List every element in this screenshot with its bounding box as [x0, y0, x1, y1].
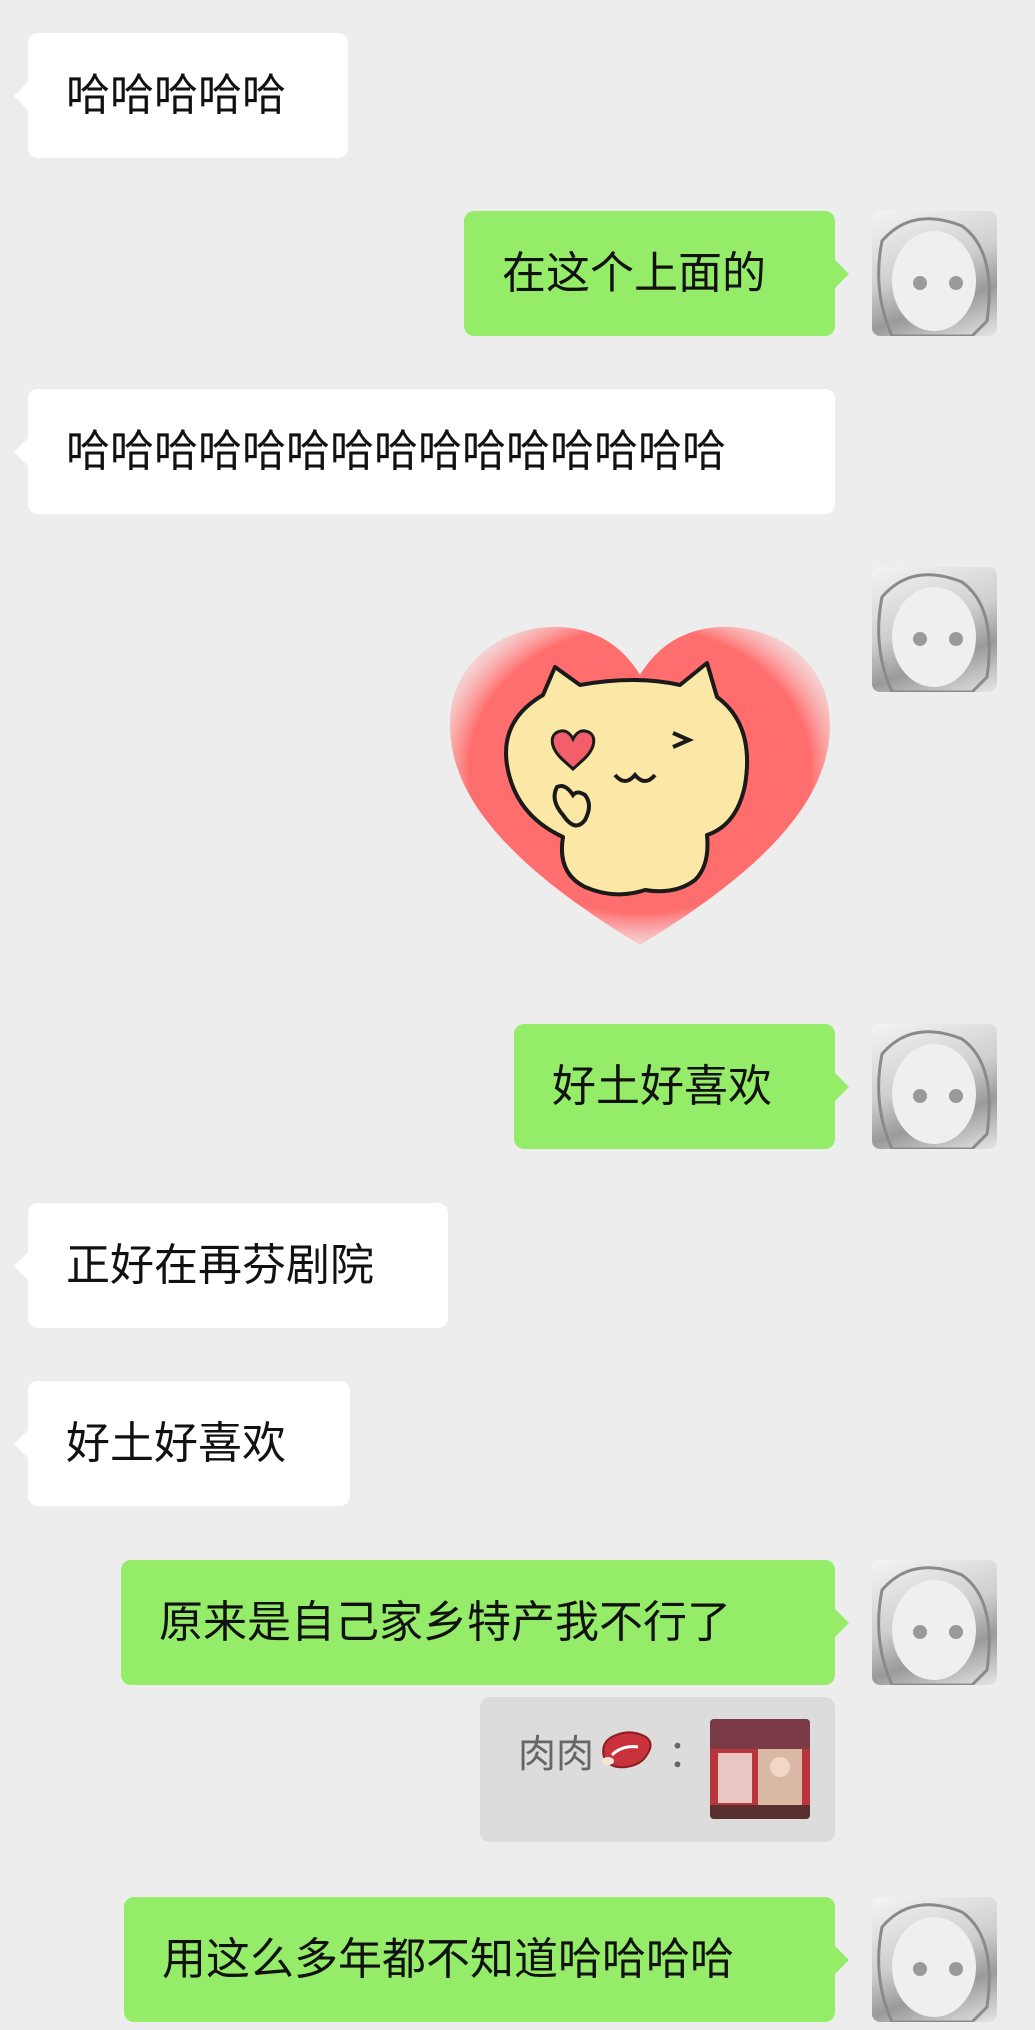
message-bubble-outgoing[interactable]: 用这么多年都不知道哈哈哈哈 — [124, 1897, 849, 2022]
message-bubble-incoming[interactable]: 哈哈哈哈哈 — [14, 33, 348, 158]
avatar-image — [877, 1903, 991, 2022]
quote-author: 肉肉 — [518, 1732, 595, 1776]
quote-thumbnail[interactable] — [710, 1719, 810, 1819]
message-bubble-outgoing[interactable]: 好土好喜欢 — [514, 1024, 849, 1149]
avatar-image — [877, 217, 991, 336]
heart-cat-icon — [450, 626, 830, 945]
meat-icon — [598, 1727, 654, 1775]
user-avatar[interactable] — [872, 1560, 997, 1685]
message-bubble-outgoing[interactable]: 原来是自己家乡特产我不行了 — [121, 1560, 849, 1685]
user-avatar[interactable] — [872, 1897, 997, 2022]
message-bubble-outgoing[interactable]: 在这个上面的 — [464, 211, 849, 336]
message-bubble-incoming[interactable]: 好土好喜欢 — [14, 1381, 350, 1506]
message-bubble-incoming[interactable]: 正好在再芬剧院 — [14, 1203, 448, 1328]
quote-separator: ： — [668, 1732, 707, 1776]
quoted-message[interactable]: 肉肉 ： — [480, 1697, 835, 1842]
user-avatar[interactable] — [872, 1024, 997, 1149]
user-avatar[interactable] — [872, 211, 997, 336]
heart-cat-sticker[interactable] — [445, 615, 835, 955]
user-avatar[interactable] — [872, 567, 997, 692]
avatar-image — [877, 1030, 991, 1149]
avatar-image — [877, 1566, 991, 1685]
message-bubble-incoming[interactable]: 哈哈哈哈哈哈哈哈哈哈哈哈哈哈哈 — [14, 389, 835, 514]
avatar-image — [877, 573, 991, 692]
